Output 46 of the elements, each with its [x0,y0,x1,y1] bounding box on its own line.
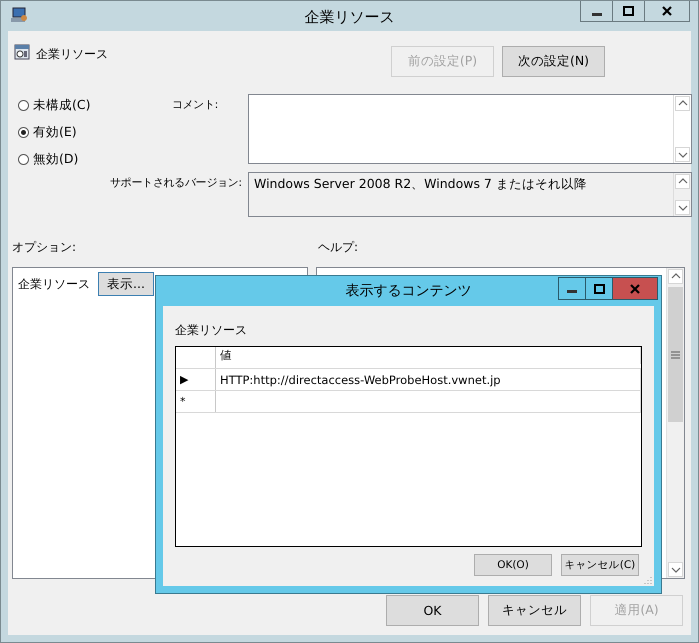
grip-icon [671,350,680,358]
maximize-icon [623,6,634,16]
dialog-title: 表示するコンテンツ [344,282,472,300]
scroll-down-button[interactable] [675,200,690,215]
show-button[interactable]: 表示... [98,272,154,296]
minimize-icon [567,290,577,293]
minimize-button[interactable] [580,1,613,22]
table-cell[interactable]: HTTP:http://directaccess-WebProbeHost.vwnet.jp [216,369,641,390]
radio-button[interactable] [18,127,29,138]
options-label: オプション: [12,239,78,256]
scroll-up-button[interactable] [675,174,690,189]
radio-label[interactable]: 有効(E) [33,124,77,141]
scroll-up-button[interactable] [668,269,683,284]
radio-label[interactable]: 未構成(C) [33,97,90,114]
ok-button[interactable]: OK(O) [474,554,552,576]
comment-field[interactable] [248,94,692,164]
supported-version-label: サポートされるバージョン: [110,175,240,191]
list-label: 企業リソース [175,322,248,339]
comment-label: コメント: [170,97,219,113]
computer-icon [10,7,28,23]
supported-version-text: Windows Server 2008 R2、Windows 7 またはそれ以降 [253,175,588,193]
help-label: ヘルプ: [318,239,358,256]
scroll-down-button[interactable] [668,562,683,577]
close-icon [630,284,640,294]
next-setting-button[interactable]: 次の設定(N) [502,46,605,77]
radio-button[interactable] [18,154,29,165]
radio-label[interactable]: 無効(D) [33,151,78,168]
close-button[interactable] [644,1,690,22]
option-label: 企業リソース [18,276,90,292]
scroll-thumb[interactable] [668,287,683,422]
window-title: 企業リソース [304,6,396,26]
cancel-button[interactable]: キャンセル(C) [561,554,639,576]
scroll-down-button[interactable] [675,147,690,162]
ok-button[interactable]: OK [386,595,479,626]
scroll-up-button[interactable] [675,96,690,111]
minimize-button[interactable] [558,277,586,300]
setting-title: 企業リソース [36,46,108,63]
radio-button[interactable] [18,100,29,111]
maximize-button[interactable] [585,277,613,300]
maximize-icon [594,284,604,294]
policy-setting-icon [14,44,30,60]
minimize-icon [592,12,602,16]
resize-grip-icon [644,576,652,584]
close-icon [662,6,672,16]
column-header[interactable]: 値 [216,347,641,364]
cancel-button[interactable]: キャンセル [488,595,581,626]
